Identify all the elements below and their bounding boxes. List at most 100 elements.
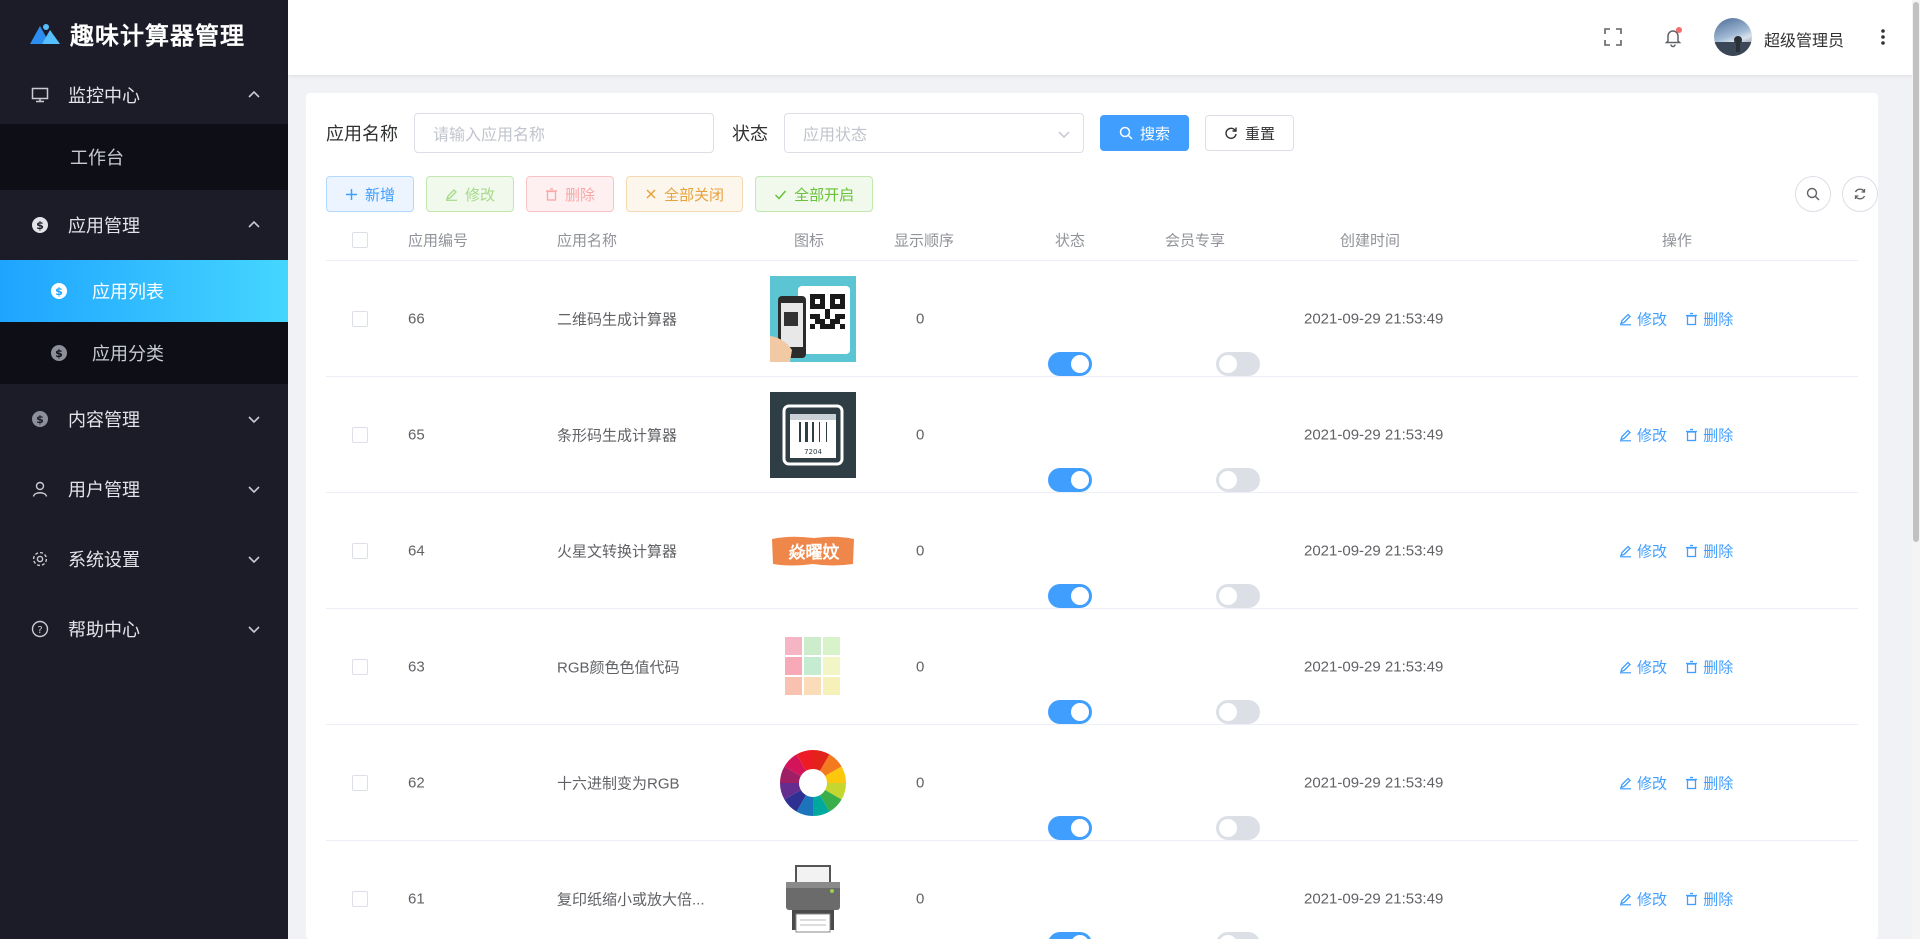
row-checkbox[interactable] <box>352 774 368 791</box>
bell-icon[interactable] <box>1662 26 1684 48</box>
vip-switch[interactable] <box>1216 352 1260 376</box>
switch-knob <box>1219 587 1237 605</box>
chevron-down-icon <box>248 416 260 424</box>
table-row: 63 RGB颜色色值代码 0 2021-09-29 21:53:49 修改 删除 <box>326 609 1858 725</box>
gear-icon <box>30 549 50 569</box>
top-header: 超级管理员 <box>288 0 1920 75</box>
row-edit-button[interactable]: 修改 <box>1619 308 1667 329</box>
row-checkbox[interactable] <box>352 658 368 675</box>
close-all-label: 全部关闭 <box>664 186 725 204</box>
row-checkbox[interactable] <box>352 426 368 443</box>
avatar[interactable] <box>1714 18 1752 56</box>
switch-knob <box>1219 703 1237 721</box>
select-all-checkbox[interactable] <box>352 231 368 248</box>
row-order: 0 <box>916 890 925 907</box>
app-name-input[interactable]: 请输入应用名称 <box>414 113 714 153</box>
reset-button[interactable]: 重置 <box>1205 115 1295 151</box>
refresh-icon <box>1854 188 1866 200</box>
logo[interactable]: 趣味计算器管理 <box>0 0 288 66</box>
row-edit-button[interactable]: 修改 <box>1619 888 1667 909</box>
row-delete-button[interactable]: 删除 <box>1685 308 1733 329</box>
row-edit-button[interactable]: 修改 <box>1619 656 1667 677</box>
chevron-down-icon <box>248 486 260 494</box>
toggle-search-button[interactable] <box>1795 176 1831 212</box>
status-placeholder: 应用状态 <box>803 127 868 144</box>
row-id: 63 <box>408 658 425 675</box>
row-delete-button[interactable]: 删除 <box>1685 540 1733 561</box>
status-switch[interactable] <box>1048 700 1092 724</box>
app-name-label: 应用名称 <box>326 124 398 144</box>
menu-app-management[interactable]: $ 应用管理 <box>0 190 288 260</box>
vip-switch[interactable] <box>1216 932 1260 939</box>
row-created: 2021-09-29 21:53:49 <box>1304 310 1444 327</box>
refresh-table-button[interactable] <box>1842 176 1878 212</box>
row-checkbox[interactable] <box>352 890 368 907</box>
user-icon <box>30 479 50 499</box>
add-button[interactable]: 新增 <box>326 176 415 212</box>
delete-button[interactable]: 删除 <box>526 176 615 212</box>
row-order: 0 <box>916 774 925 791</box>
page-scrollbar[interactable] <box>1912 0 1920 939</box>
vip-switch[interactable] <box>1216 584 1260 608</box>
menu-label: 帮助中心 <box>68 620 140 640</box>
fullscreen-icon[interactable] <box>1602 26 1624 48</box>
switch-knob <box>1071 935 1089 939</box>
row-checkbox[interactable] <box>352 310 368 327</box>
chevron-up-icon <box>248 220 260 228</box>
status-switch[interactable] <box>1048 352 1092 376</box>
menu-user-management[interactable]: 用户管理 <box>0 454 288 524</box>
row-edit-button[interactable]: 修改 <box>1619 540 1667 561</box>
username[interactable]: 超级管理员 <box>1764 27 1844 51</box>
row-delete-button[interactable]: 删除 <box>1685 656 1733 677</box>
edit-button[interactable]: 修改 <box>426 176 515 212</box>
table-header: 应用编号 应用名称 图标 显示顺序 状态 会员专享 创建时间 操作 <box>326 219 1858 261</box>
menu-help-center[interactable]: ? 帮助中心 <box>0 594 288 664</box>
row-checkbox[interactable] <box>352 542 368 559</box>
sidebar-item-app-list[interactable]: $ 应用列表 <box>0 260 288 322</box>
status-select[interactable]: 应用状态 <box>784 113 1084 153</box>
edit-icon <box>1619 545 1631 557</box>
vip-switch[interactable] <box>1216 468 1260 492</box>
vip-switch[interactable] <box>1216 816 1260 840</box>
menu-content-management[interactable]: $ 内容管理 <box>0 384 288 454</box>
row-delete-label: 删除 <box>1703 311 1734 328</box>
dollar-circle-icon: $ <box>30 215 50 235</box>
row-edit-button[interactable]: 修改 <box>1619 424 1667 445</box>
search-button[interactable]: 搜索 <box>1100 115 1190 151</box>
menu-monitor-center[interactable]: 监控中心 <box>0 66 288 124</box>
open-all-label: 全部开启 <box>794 186 855 204</box>
row-edit-label: 修改 <box>1637 543 1668 560</box>
scrollbar-thumb[interactable] <box>1913 2 1919 542</box>
vip-switch[interactable] <box>1216 700 1260 724</box>
refresh-icon <box>1225 127 1237 139</box>
row-id: 65 <box>408 426 425 443</box>
status-switch[interactable] <box>1048 932 1092 939</box>
switch-knob <box>1071 819 1089 837</box>
row-delete-button[interactable]: 删除 <box>1685 888 1733 909</box>
menu-system-settings[interactable]: 系统设置 <box>0 524 288 594</box>
row-delete-button[interactable]: 删除 <box>1685 772 1733 793</box>
status-switch[interactable] <box>1048 468 1092 492</box>
col-order: 显示顺序 <box>894 232 955 249</box>
row-actions: 修改 删除 <box>1619 308 1747 329</box>
menu-label: 用户管理 <box>68 480 140 500</box>
more-vertical-icon[interactable] <box>1872 26 1894 48</box>
edit-button-label: 修改 <box>465 186 496 204</box>
status-switch[interactable] <box>1048 816 1092 840</box>
dollar-circle-icon: $ <box>50 344 68 362</box>
sidebar-item-app-category[interactable]: $ 应用分类 <box>0 322 288 384</box>
app-title: 趣味计算器管理 <box>70 22 245 50</box>
close-all-button[interactable]: 全部关闭 <box>626 176 744 212</box>
row-order: 0 <box>916 426 925 443</box>
row-name: 条形码生成计算器 <box>557 427 678 444</box>
row-delete-button[interactable]: 删除 <box>1685 424 1733 445</box>
status-switch[interactable] <box>1048 584 1092 608</box>
table-body: 66 二维码生成计算器 0 2021-09-29 21:53:49 修改 删除 … <box>326 261 1858 939</box>
monitor-icon <box>30 85 50 105</box>
row-edit-button[interactable]: 修改 <box>1619 772 1667 793</box>
switch-knob <box>1071 587 1089 605</box>
sidebar-item-workbench[interactable]: 工作台 <box>0 124 288 190</box>
open-all-button[interactable]: 全部开启 <box>755 176 874 212</box>
table-row: 62 十六进制变为RGB 0 2021-09-29 21:53:49 修改 删除 <box>326 725 1858 841</box>
row-edit-label: 修改 <box>1637 891 1668 908</box>
